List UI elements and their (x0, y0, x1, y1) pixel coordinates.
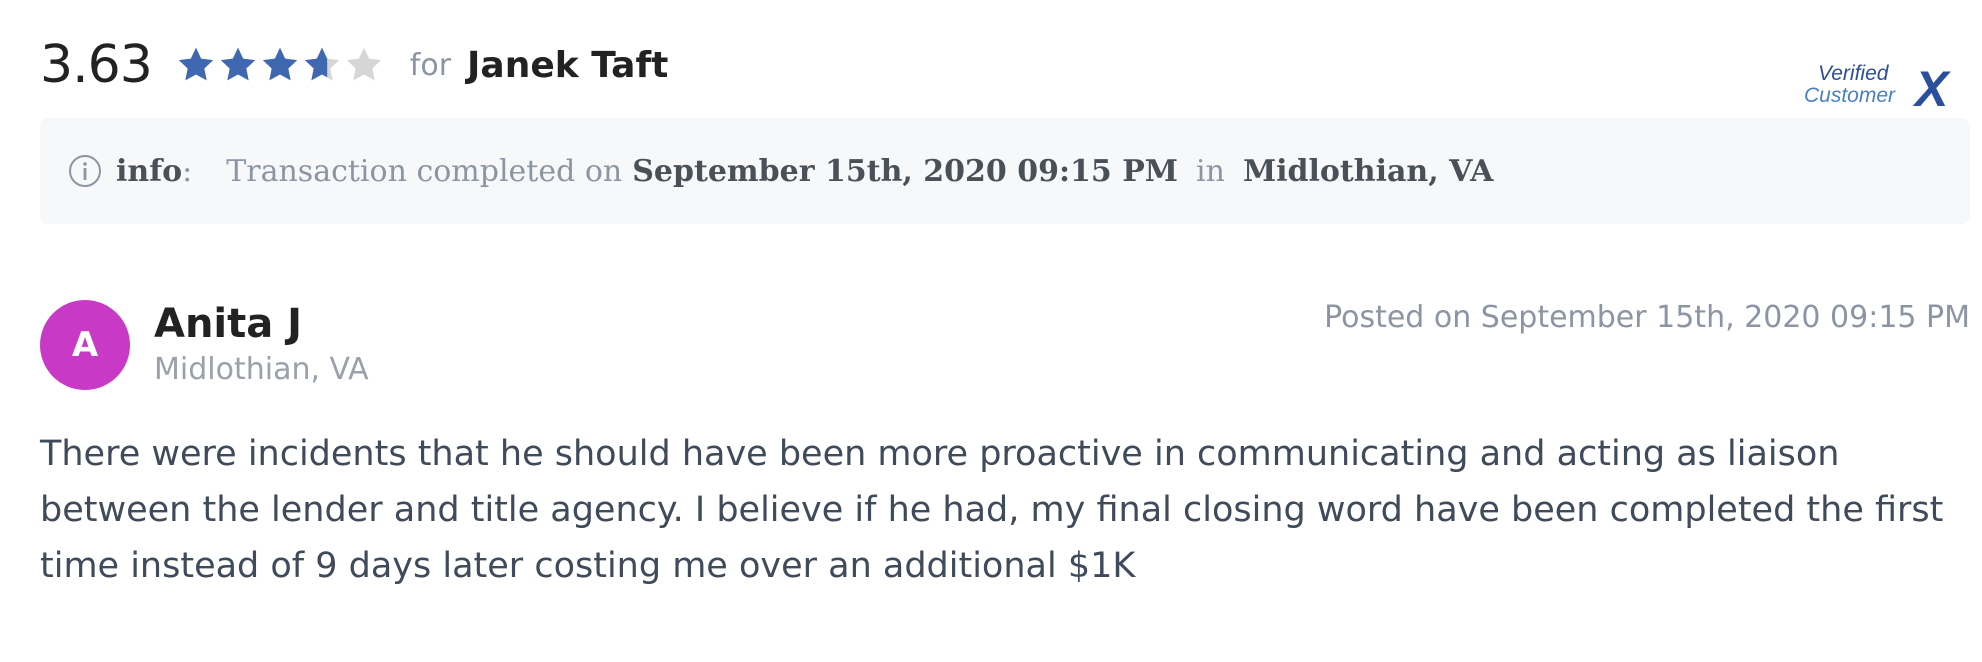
star-icon (344, 45, 384, 85)
transaction-prefix: Transaction completed on (226, 153, 623, 189)
verified-logo-line1: Verified (1818, 62, 1890, 85)
info-circle-icon (69, 155, 101, 187)
transaction-date: September 15th, 2020 09:15 PM (632, 153, 1179, 189)
in-label: in (1196, 153, 1225, 189)
verified-logo-line2: Customer (1804, 84, 1896, 107)
reviewer: A Anita J Midlothian, VA (40, 300, 369, 390)
rating-value: 3.63 (40, 35, 153, 95)
star-icon (218, 45, 258, 85)
star-rating (176, 45, 384, 85)
posted-date: Posted on September 15th, 2020 09:15 PM (1324, 300, 1970, 335)
reviewer-name: Anita J (154, 301, 303, 347)
avatar: A (40, 300, 130, 390)
info-colon: : (182, 153, 193, 189)
transaction-info-box: info : Transaction completed on Septembe… (40, 118, 1970, 224)
reviewer-meta: Anita J Midlothian, VA (154, 300, 369, 390)
star-icon (260, 45, 300, 85)
verified-logo-mark: X (1912, 61, 1951, 112)
star-icon (176, 45, 216, 85)
agent-name[interactable]: Janek Taft (467, 45, 668, 86)
rating-header: 3.63 for Janek Taft (40, 30, 668, 100)
reviewer-location: Midlothian, VA (154, 352, 369, 387)
review-text: There were incidents that he should have… (40, 434, 1944, 586)
for-label: for (409, 47, 452, 83)
verified-customer-logo: Verified Customer X (1802, 56, 1962, 117)
transaction-location: Midlothian, VA (1242, 153, 1494, 189)
star-icon (302, 45, 342, 85)
info-label: info (116, 153, 183, 189)
